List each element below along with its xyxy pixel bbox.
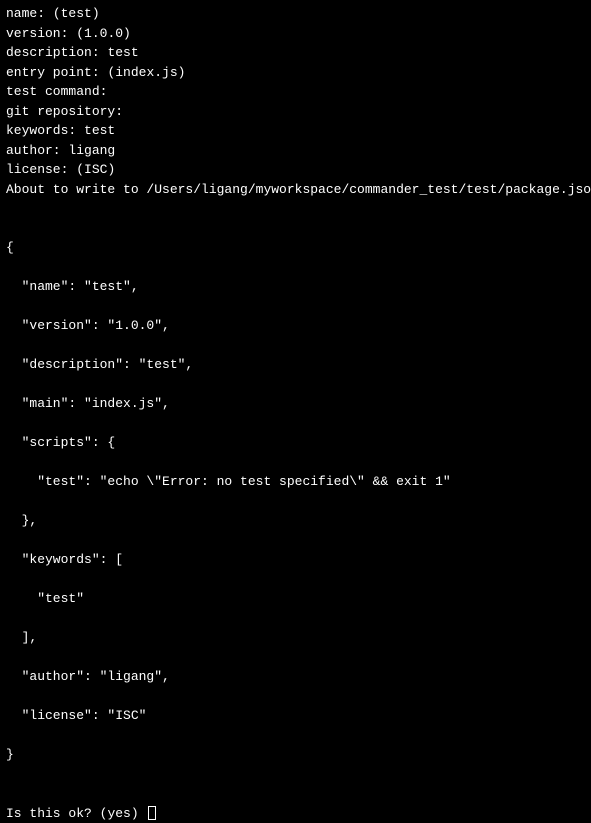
json-version-line: "version": "1.0.0",: [6, 316, 585, 336]
prompt-test-command: test command:: [6, 82, 585, 102]
json-close-brace: }: [6, 745, 585, 765]
prompt-version-hint: (1.0.0): [76, 26, 131, 41]
json-scripts-close: },: [6, 511, 585, 531]
prompt-test-command-label: test command:: [6, 84, 107, 99]
json-keywords-close: ],: [6, 628, 585, 648]
prompt-keywords: keywords: test: [6, 121, 585, 141]
prompt-keywords-value: test: [84, 123, 115, 138]
json-scripts-open: "scripts": {: [6, 433, 585, 453]
json-author-line: "author": "ligang",: [6, 667, 585, 687]
confirm-hint: (yes): [100, 804, 139, 823]
prompt-name: name: (test): [6, 4, 585, 24]
prompt-entry-point: entry point: (index.js): [6, 63, 585, 83]
prompt-entry-point-label: entry point:: [6, 65, 100, 80]
prompt-license-hint: (ISC): [76, 162, 115, 177]
json-preview: { "name": "test", "version": "1.0.0", "d…: [6, 219, 585, 785]
confirm-prompt[interactable]: Is this ok? (yes): [6, 804, 585, 823]
prompt-author: author: ligang: [6, 141, 585, 161]
json-main-line: "main": "index.js",: [6, 394, 585, 414]
prompt-name-hint: (test): [53, 6, 100, 21]
prompt-description: description: test: [6, 43, 585, 63]
json-license-line: "license": "ISC": [6, 706, 585, 726]
about-to-write-line: About to write to /Users/ligang/myworksp…: [6, 180, 585, 200]
json-keywords-open: "keywords": [: [6, 550, 585, 570]
json-keywords-item: "test": [6, 589, 585, 609]
prompt-license: license: (ISC): [6, 160, 585, 180]
prompt-author-value: ligang: [68, 143, 115, 158]
prompt-version: version: (1.0.0): [6, 24, 585, 44]
prompt-author-label: author:: [6, 143, 61, 158]
prompt-description-value: test: [107, 45, 138, 60]
prompt-license-label: license:: [6, 162, 68, 177]
blank-line-2: [6, 784, 585, 804]
json-open-brace: {: [6, 238, 585, 258]
prompt-version-label: version:: [6, 26, 68, 41]
json-description-line: "description": "test",: [6, 355, 585, 375]
json-name-line: "name": "test",: [6, 277, 585, 297]
json-scripts-test: "test": "echo \"Error: no test specified…: [6, 472, 585, 492]
prompt-keywords-label: keywords:: [6, 123, 76, 138]
prompt-description-label: description:: [6, 45, 100, 60]
confirm-label: Is this ok?: [6, 804, 92, 823]
cursor-icon: [148, 806, 156, 820]
blank-line-1: [6, 199, 585, 219]
prompt-entry-point-hint: (index.js): [107, 65, 185, 80]
prompt-git-repository-label: git repository:: [6, 104, 123, 119]
prompt-name-label: name:: [6, 6, 45, 21]
prompt-git-repository: git repository:: [6, 102, 585, 122]
